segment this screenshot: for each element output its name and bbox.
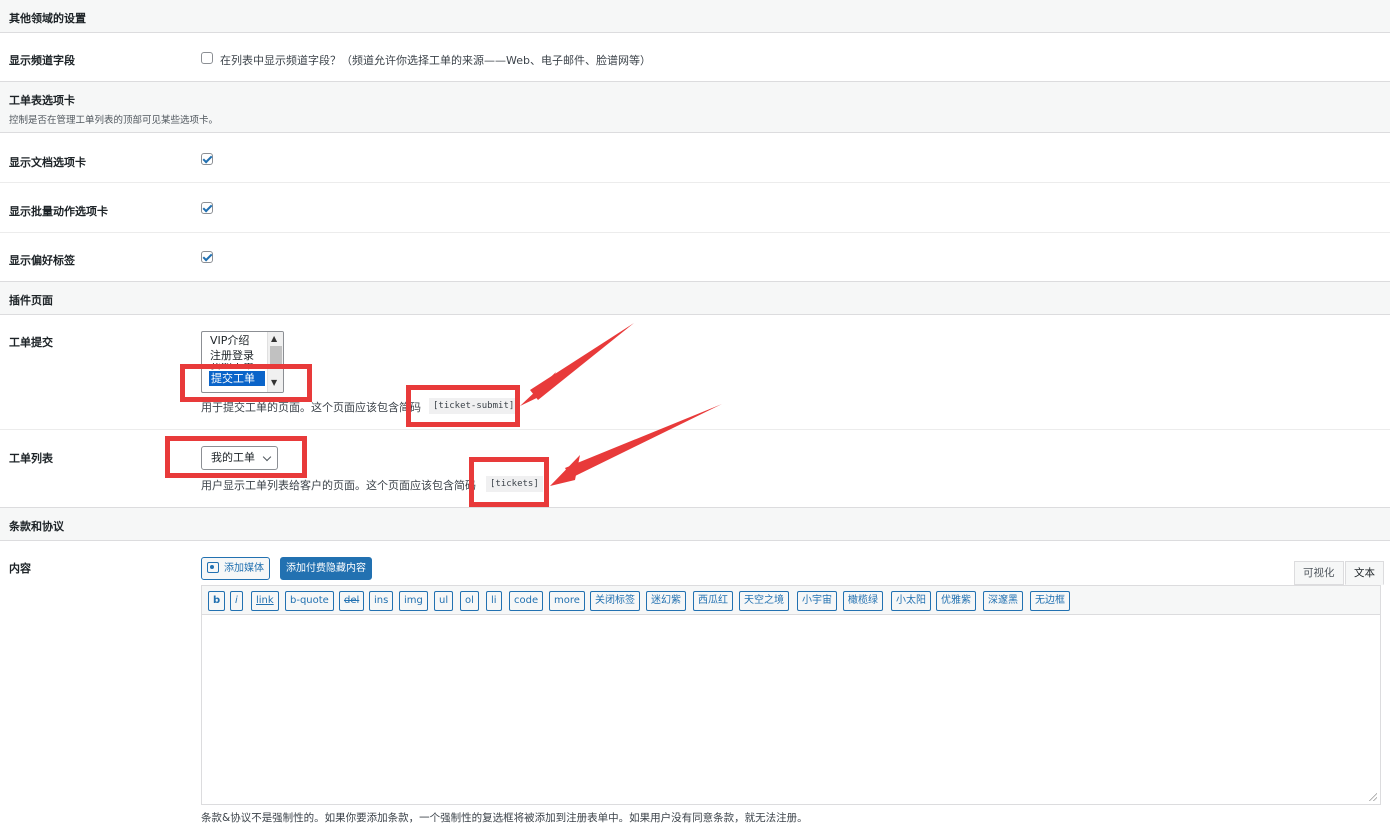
annotation-arrow [550, 455, 580, 486]
annotation-arrow [565, 404, 722, 478]
annotation-arrows [520, 323, 722, 486]
